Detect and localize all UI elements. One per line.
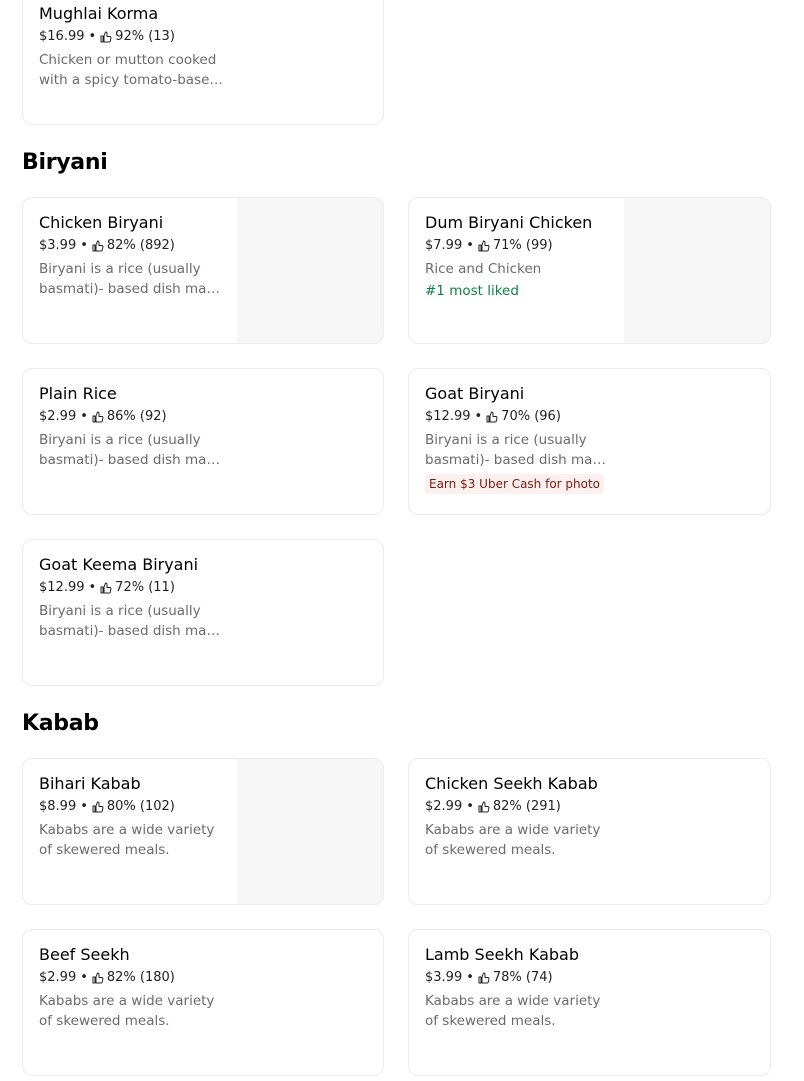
item-price: $7.99 (425, 238, 463, 253)
item-description: Chicken or mutton cooked with a spicy to… (39, 52, 218, 88)
separator-dot: • (466, 238, 474, 253)
section-title-biryani: Biryani (22, 150, 108, 175)
menu-item-card[interactable]: Plain Rice $2.99 • 86% (92) Biryani is a… (22, 368, 384, 515)
item-description: Kababs are a wide variety of skewered me… (39, 993, 215, 1029)
item-meta: $2.99 • 82% (291) (425, 798, 640, 816)
item-description: Biryani is a rice (usually basmati)- bas… (425, 432, 610, 468)
item-price: $2.99 (425, 799, 463, 814)
item-name: Chicken Biryani (39, 213, 164, 232)
thumbs-up-icon (100, 582, 112, 594)
item-price: $8.99 (39, 799, 77, 814)
item-description: Biryani is a rice (usually basmati)- bas… (39, 432, 224, 468)
item-meta: $2.99 • 86% (92) (39, 408, 253, 426)
item-rating: 86% (92) (106, 409, 167, 424)
item-image-placeholder (237, 759, 383, 904)
item-price: $2.99 (39, 409, 77, 424)
menu-item-card[interactable]: Chicken Biryani $3.99 • 82% (892) Biryan… (22, 197, 384, 344)
separator-dot: • (80, 799, 88, 814)
thumbs-up-icon (92, 240, 104, 252)
item-price: $16.99 (39, 29, 85, 44)
item-meta: $2.99 • 82% (180) (39, 969, 253, 987)
item-description: Kababs are a wide variety of skewered me… (39, 822, 215, 858)
item-name: Mughlai Korma (39, 4, 159, 23)
item-description: Biryani is a rice (usually basmati)- bas… (39, 261, 224, 297)
menu-item-card[interactable]: Lamb Seekh Kabab $3.99 • 78% (74) Kababs… (408, 929, 771, 1076)
item-name: Goat Biryani (425, 384, 525, 403)
separator-dot: • (88, 580, 97, 595)
menu-item-card[interactable]: Chicken Seekh Kabab $2.99 • 82% (291) Ka… (408, 758, 771, 905)
thumbs-up-icon (478, 240, 490, 252)
item-image-placeholder (624, 198, 770, 343)
item-price: $12.99 (39, 580, 85, 595)
thumbs-up-icon (92, 411, 104, 423)
item-name: Dum Biryani Chicken (425, 213, 593, 232)
item-rating: 78% (74) (492, 970, 553, 985)
thumbs-up-icon (478, 801, 490, 813)
uber-cash-photo-badge: Earn $3 Uber Cash for photo (425, 474, 605, 494)
separator-dot: • (474, 409, 483, 424)
item-image-placeholder (237, 198, 383, 343)
item-meta: $12.99 • 72% (11) (39, 579, 253, 597)
thumbs-up-icon (478, 972, 490, 984)
separator-dot: • (466, 970, 474, 985)
menu-item-body: Dum Biryani Chicken $7.99 • 71% (99) Ric… (425, 212, 620, 301)
menu-item-card-mughlai-korma[interactable]: Mughlai Korma $16.99 • 92% (13) Chicken … (22, 0, 384, 125)
item-description: Biryani is a rice (usually basmati)- bas… (39, 603, 224, 639)
menu-item-body: Chicken Seekh Kabab $2.99 • 82% (291) Ka… (425, 773, 640, 860)
item-name: Lamb Seekh Kabab (425, 945, 580, 964)
menu-item-body: Chicken Biryani $3.99 • 82% (892) Biryan… (39, 212, 233, 299)
item-price: $3.99 (425, 970, 463, 985)
menu-item-card[interactable]: Beef Seekh $2.99 • 82% (180) Kababs are … (22, 929, 384, 1076)
item-meta: $7.99 • 71% (99) (425, 237, 620, 255)
item-meta: $16.99 • 92% (13) (39, 28, 253, 46)
item-rating: 80% (102) (106, 799, 175, 814)
menu-item-body: Bihari Kabab $8.99 • 80% (102) Kababs ar… (39, 773, 233, 860)
section-title-kabab: Kabab (22, 711, 99, 736)
thumbs-up-icon (486, 411, 498, 423)
item-name: Goat Keema Biryani (39, 555, 199, 574)
item-meta: $3.99 • 82% (892) (39, 237, 233, 255)
most-liked-tag: #1 most liked (425, 283, 519, 299)
menu-item-body: Beef Seekh $2.99 • 82% (180) Kababs are … (39, 944, 253, 1031)
item-rating: 82% (180) (106, 970, 175, 985)
item-price: $12.99 (425, 409, 471, 424)
menu-item-body: Plain Rice $2.99 • 86% (92) Biryani is a… (39, 383, 253, 470)
menu-item-card[interactable]: Dum Biryani Chicken $7.99 • 71% (99) Ric… (408, 197, 771, 344)
separator-dot: • (80, 238, 88, 253)
item-rating: 82% (892) (106, 238, 175, 253)
separator-dot: • (88, 29, 97, 44)
item-name: Chicken Seekh Kabab (425, 774, 598, 793)
item-name: Bihari Kabab (39, 774, 141, 793)
menu-item-card[interactable]: Goat Keema Biryani $12.99 • 72% (11) Bir… (22, 539, 384, 686)
menu-item-card[interactable]: Goat Biryani $12.99 • 70% (96) Biryani i… (408, 368, 771, 515)
item-rating: 82% (291) (492, 799, 561, 814)
menu-item-body: Goat Biryani $12.99 • 70% (96) Biryani i… (425, 383, 640, 494)
thumbs-up-icon (100, 31, 112, 43)
thumbs-up-icon (92, 801, 104, 813)
item-rating: 70% (96) (501, 409, 561, 424)
item-meta: $8.99 • 80% (102) (39, 798, 233, 816)
menu-item-card[interactable]: Bihari Kabab $8.99 • 80% (102) Kababs ar… (22, 758, 384, 905)
item-rating: 92% (13) (115, 29, 175, 44)
item-price: $2.99 (39, 970, 77, 985)
thumbs-up-icon (92, 972, 104, 984)
item-rating: 71% (99) (492, 238, 553, 253)
menu-item-body: Lamb Seekh Kabab $3.99 • 78% (74) Kababs… (425, 944, 640, 1031)
item-meta: $12.99 • 70% (96) (425, 408, 640, 426)
item-rating: 72% (11) (115, 580, 175, 595)
item-name: Beef Seekh (39, 945, 130, 964)
menu-item-body: Mughlai Korma $16.99 • 92% (13) Chicken … (39, 3, 253, 90)
item-description: Kababs are a wide variety of skewered me… (425, 822, 601, 858)
item-meta: $3.99 • 78% (74) (425, 969, 640, 987)
item-price: $3.99 (39, 238, 77, 253)
separator-dot: • (80, 970, 88, 985)
item-description: Rice and Chicken (425, 261, 542, 277)
separator-dot: • (80, 409, 88, 424)
separator-dot: • (466, 799, 474, 814)
item-name: Plain Rice (39, 384, 117, 403)
item-description: Kababs are a wide variety of skewered me… (425, 993, 601, 1029)
menu-item-body: Goat Keema Biryani $12.99 • 72% (11) Bir… (39, 554, 253, 641)
